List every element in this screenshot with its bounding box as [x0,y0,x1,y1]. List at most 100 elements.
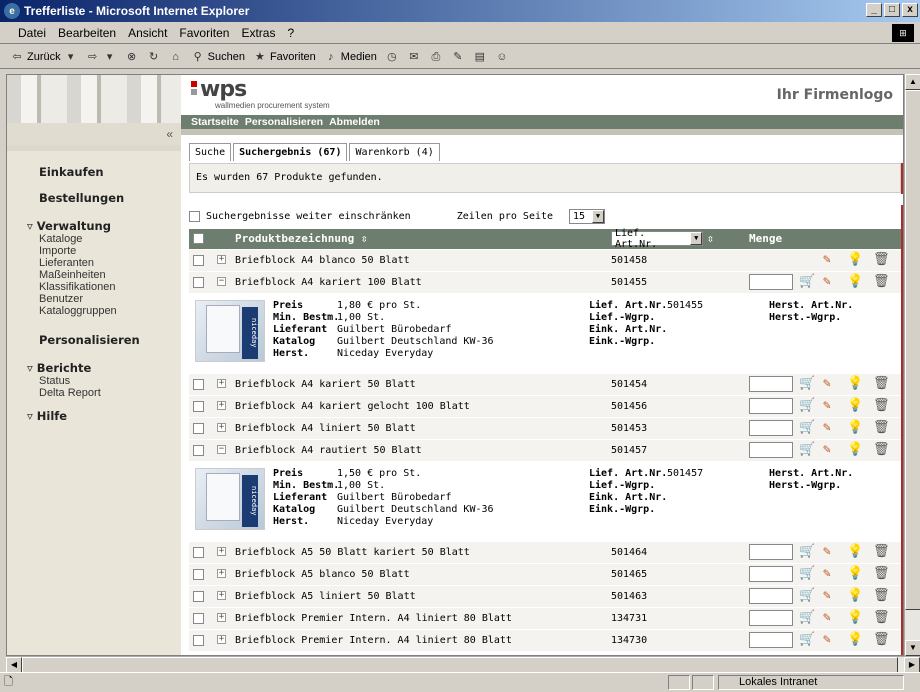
product-name[interactable]: Briefblock A4 kariert 50 Blatt [235,379,416,390]
product-name[interactable]: Briefblock A5 50 Blatt kariert 50 Blatt [235,547,470,558]
sidebar-item-personalisieren[interactable]: Personalisieren [7,333,181,347]
quantity-input[interactable] [749,398,793,414]
sidebar-item-benutzer[interactable]: Benutzer [7,293,181,305]
row-checkbox[interactable] [193,445,204,456]
quantity-input[interactable] [749,566,793,582]
row-checkbox[interactable] [193,379,204,390]
quantity-input[interactable] [749,442,793,458]
trash-icon[interactable]: 🗑 [873,421,890,435]
lightbulb-icon[interactable]: 💡 [847,545,863,559]
forward-button[interactable]: ⇨ ▾ [86,50,117,64]
expand-icon[interactable]: + [217,591,226,600]
quantity-input[interactable] [749,376,793,392]
menu-ansicht[interactable]: Ansicht [128,26,167,40]
media-button[interactable]: ♪ Medien [324,50,377,64]
row-checkbox[interactable] [193,635,204,646]
sidebar-item-kataloge[interactable]: Kataloge [7,233,181,245]
cart-icon[interactable]: 🛒 [799,377,815,391]
product-name[interactable]: Briefblock A4 liniert 50 Blatt [235,423,416,434]
scroll-left-icon[interactable]: ◀ [6,657,22,673]
cart-icon[interactable]: 🛒 [799,545,815,559]
expand-icon[interactable]: + [217,379,226,388]
lightbulb-icon[interactable]: 💡 [847,399,863,413]
lightbulb-icon[interactable]: 💡 [847,567,863,581]
product-name[interactable]: Briefblock A5 liniert 50 Blatt [235,591,416,602]
favorites-button[interactable]: ★ Favoriten [253,50,316,64]
cart-icon[interactable]: 🛒 [799,633,815,647]
row-checkbox[interactable] [193,255,204,266]
sidebar-item-masseinheiten[interactable]: Maßeinheiten [7,269,181,281]
quantity-input[interactable] [749,610,793,626]
lightbulb-icon[interactable]: 💡 [847,443,863,457]
cart-icon[interactable]: 🛒 [799,611,815,625]
lightbulb-icon[interactable]: 💡 [847,253,863,267]
row-checkbox[interactable] [193,547,204,558]
quantity-input[interactable] [749,632,793,648]
row-checkbox[interactable] [193,613,204,624]
row-checkbox[interactable] [193,401,204,412]
sidebar-item-status[interactable]: Status [7,375,181,387]
pencil-icon[interactable]: ✎ [823,377,831,391]
minimize-button[interactable]: _ [866,3,882,17]
product-name[interactable]: Briefblock A4 blanco 50 Blatt [235,255,410,266]
rows-per-page-select[interactable]: 15 ▼ [569,208,606,224]
row-checkbox[interactable] [193,591,204,602]
menu-help[interactable]: ? [287,26,294,40]
article-number-select[interactable]: Lief. Art.Nr. ▼ [611,228,703,250]
menu-extras[interactable]: Extras [241,26,275,40]
quantity-input[interactable] [749,420,793,436]
cart-icon[interactable]: 🛒 [799,589,815,603]
pencil-icon[interactable]: ✎ [823,567,831,581]
product-name[interactable]: Briefblock Premier Intern. A4 liniert 80… [235,635,512,646]
lightbulb-icon[interactable]: 💡 [847,589,863,603]
vertical-scrollbar[interactable]: ▲ ▼ [904,74,920,656]
sidebar-item-berichte[interactable]: ▿ Berichte [7,361,181,375]
lightbulb-icon[interactable]: 💡 [847,633,863,647]
sidebar-item-bestellungen[interactable]: Bestellungen [7,191,181,205]
tab-suche[interactable]: Suche [189,143,232,161]
pencil-icon[interactable]: ✎ [823,253,831,267]
scroll-up-icon[interactable]: ▲ [905,74,920,90]
pencil-icon[interactable]: ✎ [823,443,831,457]
horizontal-scrollbar[interactable]: ◀ ▶ [6,656,920,673]
mail-button[interactable]: ✉ [407,50,421,64]
refresh-button[interactable]: ↻ [147,50,161,64]
lightbulb-icon[interactable]: 💡 [847,421,863,435]
scroll-thumb[interactable] [22,657,898,673]
trash-icon[interactable]: 🗑 [873,589,890,603]
print-button[interactable]: ⎙ [429,50,443,64]
pencil-icon[interactable]: ✎ [823,589,831,603]
menu-favoriten[interactable]: Favoriten [179,26,229,40]
trash-icon[interactable]: 🗑 [873,275,890,289]
expand-icon[interactable]: + [217,635,226,644]
tab-suchergebnis[interactable]: Suchergebnis (67) [233,143,348,161]
menu-datei[interactable]: Datei [18,26,46,40]
expand-icon[interactable]: + [217,569,226,578]
sidebar-item-delta-report[interactable]: Delta Report [7,387,181,399]
scroll-thumb[interactable] [905,90,920,610]
row-checkbox[interactable] [193,277,204,288]
maximize-button[interactable]: □ [884,3,900,17]
lightbulb-icon[interactable]: 💡 [847,377,863,391]
cart-icon[interactable]: 🛒 [799,275,815,289]
lightbulb-icon[interactable]: 💡 [847,275,863,289]
lightbulb-icon[interactable]: 💡 [847,611,863,625]
messenger-button[interactable]: ☺ [495,50,509,64]
collapse-icon[interactable]: − [217,277,226,286]
back-button[interactable]: ⇦ Zurück ▾ [10,50,78,64]
sidebar-item-importe[interactable]: Importe [7,245,181,257]
home-button[interactable]: ⌂ [169,50,183,64]
trash-icon[interactable]: 🗑 [873,567,890,581]
sidebar-item-kataloggruppen[interactable]: Kataloggruppen [7,305,181,317]
stop-button[interactable]: ⊗ [125,50,139,64]
pencil-icon[interactable]: ✎ [823,399,831,413]
trash-icon[interactable]: 🗑 [873,253,890,267]
sidebar-item-hilfe[interactable]: ▿ Hilfe [7,409,181,423]
trash-icon[interactable]: 🗑 [873,443,890,457]
cart-icon[interactable]: 🛒 [799,399,815,413]
sidebar-item-klassifikationen[interactable]: Klassifikationen [7,281,181,293]
expand-icon[interactable]: + [217,613,226,622]
edit-button[interactable]: ✎ [451,50,465,64]
pencil-icon[interactable]: ✎ [823,633,831,647]
trash-icon[interactable]: 🗑 [873,399,890,413]
